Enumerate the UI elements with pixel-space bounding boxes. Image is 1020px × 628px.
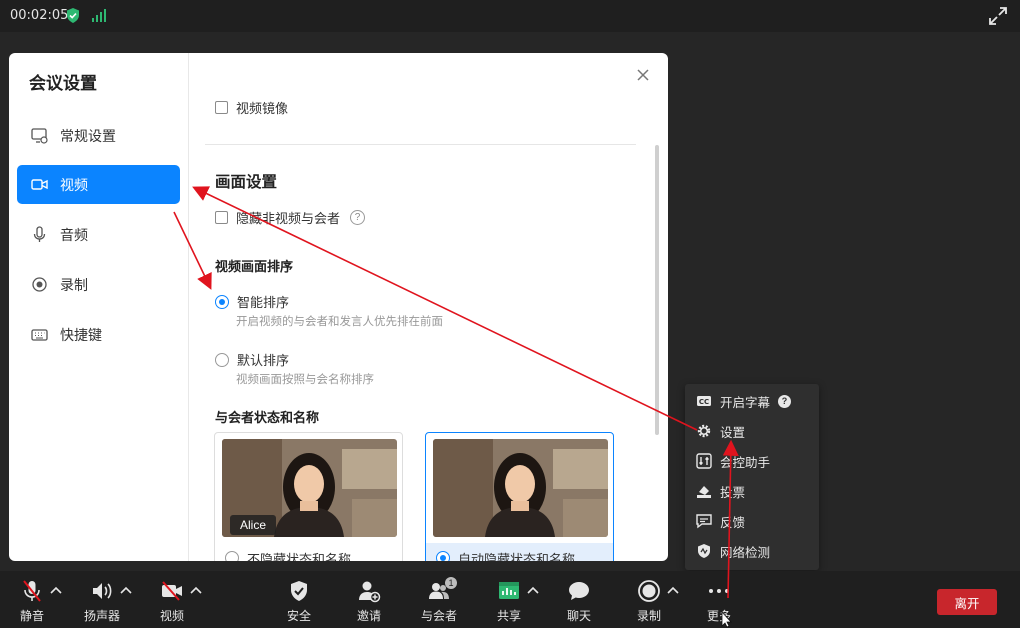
- gear-icon: [697, 424, 711, 438]
- menu-item-host-assistant[interactable]: 会控助手: [696, 450, 770, 472]
- show-status-radio[interactable]: [225, 551, 239, 561]
- help-icon[interactable]: ?: [778, 394, 792, 408]
- woman-portrait-image: [433, 439, 608, 537]
- menu-item-label: 网络检测: [720, 545, 771, 560]
- more-label: 更多: [706, 609, 731, 623]
- record-icon: [638, 580, 660, 602]
- network-signal-icon: [92, 9, 106, 22]
- menu-item-vote[interactable]: 投票: [696, 480, 745, 502]
- cards-clip: Alice 不隐藏状态和名称 自动隐藏状态和名称: [9, 53, 668, 561]
- record-label: 录制: [636, 609, 661, 623]
- record-button[interactable]: 录制: [634, 571, 664, 628]
- card-option-label: 不隐藏状态和名称: [247, 551, 352, 562]
- invite-label: 邀请: [356, 609, 381, 623]
- microphone-muted-icon: [23, 580, 41, 602]
- chat-bubble-icon: [569, 582, 589, 600]
- participant-name-tag: Alice: [230, 515, 277, 535]
- participant-photo: Alice: [222, 439, 397, 537]
- meeting-timer: 00:02:05: [10, 8, 69, 23]
- menu-item-settings[interactable]: 设置: [696, 420, 745, 442]
- chat-button[interactable]: 聊天: [564, 571, 594, 628]
- security-shield-icon: [67, 8, 79, 23]
- menu-item-captions[interactable]: CC 开启字幕 ?: [696, 390, 792, 412]
- network-shield-icon: [698, 544, 710, 558]
- menu-item-label: 开启字幕: [720, 395, 771, 410]
- chevron-up-icon[interactable]: [120, 585, 132, 595]
- speaker-label: 扬声器: [83, 609, 120, 623]
- participant-photo: [433, 439, 608, 537]
- menu-item-label: 设置: [720, 425, 746, 440]
- dialog-scrollbar[interactable]: [655, 145, 659, 435]
- shield-check-icon: [291, 581, 307, 601]
- card-option-label: 自动隐藏状态和名称: [458, 551, 576, 562]
- share-screen-icon: [499, 582, 519, 599]
- speaker-icon: [93, 583, 112, 599]
- security-label: 安全: [286, 609, 311, 623]
- svg-text:CC: CC: [699, 398, 709, 406]
- participants-count-badge: 1: [445, 577, 457, 589]
- cc-icon: CC: [697, 396, 711, 406]
- mute-button[interactable]: 静音: [14, 571, 50, 628]
- leave-button[interactable]: 离开: [937, 589, 997, 615]
- sliders-icon: [696, 453, 712, 469]
- top-bar: 00:02:05: [0, 0, 1020, 32]
- video-label: 视频: [159, 609, 184, 623]
- meeting-window: 00:02:05 会议设置 常规设置 视频 音频 录制 快捷键 视频镜像 画面设…: [0, 0, 1020, 628]
- more-button[interactable]: 更多: [704, 571, 734, 628]
- speaker-button[interactable]: 扬声器: [82, 571, 122, 628]
- ballot-icon: [697, 486, 711, 498]
- menu-item-label: 会控助手: [720, 455, 771, 470]
- feedback-icon: [696, 514, 712, 529]
- preview-card-auto-hide[interactable]: 自动隐藏状态和名称: [425, 432, 614, 561]
- menu-item-network-check[interactable]: 网络检测: [696, 540, 770, 562]
- chat-label: 聊天: [566, 609, 591, 623]
- add-user-icon: [359, 581, 381, 603]
- menu-item-label: 反馈: [720, 515, 746, 530]
- card-option[interactable]: 自动隐藏状态和名称: [426, 543, 613, 561]
- meeting-toolbar: 静音 扬声器 视频 安全 邀请 1 与会者 共享 聊天 录制 更多 离开: [0, 571, 1020, 628]
- menu-item-label: 投票: [720, 485, 746, 500]
- fullscreen-icon[interactable]: [988, 6, 1008, 26]
- share-label: 共享: [496, 609, 521, 623]
- video-off-icon: [162, 581, 182, 601]
- participants-label: 与会者: [420, 609, 457, 623]
- mute-label: 静音: [19, 609, 44, 623]
- invite-button[interactable]: 邀请: [354, 571, 384, 628]
- security-button[interactable]: 安全: [284, 571, 314, 628]
- preview-card-show-status[interactable]: Alice 不隐藏状态和名称: [214, 432, 403, 561]
- more-dots-icon: [709, 589, 729, 593]
- menu-item-feedback[interactable]: 反馈: [696, 510, 745, 532]
- video-button[interactable]: 视频: [156, 571, 188, 628]
- card-option[interactable]: 不隐藏状态和名称: [215, 543, 402, 561]
- share-button[interactable]: 共享: [495, 571, 523, 628]
- more-menu: CC 开启字幕 ? 设置 会控助手 投票 反馈 网络检测: [685, 384, 819, 570]
- chevron-up-icon[interactable]: [667, 585, 679, 595]
- auto-hide-radio[interactable]: [436, 551, 450, 561]
- chevron-up-icon[interactable]: [50, 585, 62, 595]
- chevron-up-icon[interactable]: [527, 585, 539, 595]
- participants-button[interactable]: 1 与会者: [419, 571, 459, 628]
- chevron-up-icon[interactable]: [190, 585, 202, 595]
